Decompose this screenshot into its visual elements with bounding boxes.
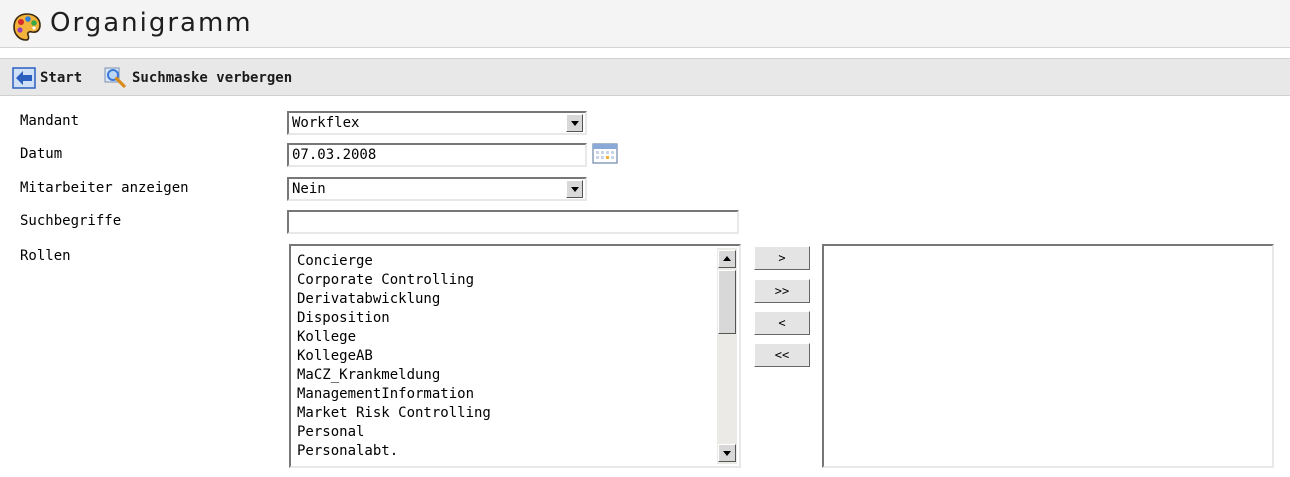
datum-input[interactable]: [287, 143, 587, 167]
start-label: Start: [40, 70, 83, 86]
remove-role-button[interactable]: <: [754, 311, 810, 335]
mandant-select[interactable]: Workflex: [287, 111, 587, 135]
list-item[interactable]: Kollege: [297, 328, 491, 347]
mitarbeiter-select[interactable]: Nein: [287, 177, 587, 201]
page-title: Organigramm: [50, 8, 253, 38]
scroll-down-icon[interactable]: [718, 444, 736, 462]
list-item[interactable]: Personal: [297, 423, 491, 442]
list-item[interactable]: Derivatabwicklung: [297, 290, 491, 309]
remove-all-roles-button[interactable]: <<: [754, 343, 810, 367]
vertical-scrollbar[interactable]: [717, 248, 737, 464]
list-item[interactable]: MaCZ_Krankmeldung: [297, 366, 491, 385]
roles-selected-list[interactable]: [822, 244, 1274, 468]
list-item[interactable]: Corporate Controlling: [297, 271, 491, 290]
roles-available-list[interactable]: Concierge Corporate Controlling Derivatabw…: [289, 244, 741, 468]
list-item[interactable]: Concierge: [297, 252, 491, 271]
palette-icon: [13, 13, 41, 41]
list-item[interactable]: Personalabt.: [297, 442, 491, 461]
scroll-thumb[interactable]: [718, 270, 736, 334]
magnifier-icon: [104, 67, 126, 88]
mandant-value: Workflex: [292, 115, 360, 131]
title-bar: Organigramm: [0, 0, 1290, 48]
hide-search-mask-label: Suchmaske verbergen: [132, 70, 293, 86]
suchbegriffe-input[interactable]: [287, 210, 739, 234]
hide-search-mask-button[interactable]: Suchmaske verbergen: [104, 64, 292, 92]
mitarbeiter-label: Mitarbeiter anzeigen: [20, 180, 189, 196]
add-all-roles-button[interactable]: >>: [754, 279, 810, 303]
list-item[interactable]: ManagementInformation: [297, 385, 491, 404]
list-item[interactable]: KollegeAB: [297, 347, 491, 366]
add-role-button[interactable]: >: [754, 246, 810, 270]
mandant-label: Mandant: [20, 113, 80, 129]
calendar-icon[interactable]: [592, 142, 618, 164]
suchbegriffe-label: Suchbegriffe: [20, 213, 122, 229]
toolbar: Start Suchmaske verbergen: [0, 58, 1290, 96]
rollen-label: Rollen: [20, 248, 71, 264]
scroll-up-icon[interactable]: [718, 250, 736, 268]
chevron-down-icon[interactable]: [566, 180, 583, 198]
list-item[interactable]: Disposition: [297, 309, 491, 328]
chevron-down-icon[interactable]: [566, 114, 583, 132]
start-button[interactable]: Start: [12, 64, 82, 92]
list-item[interactable]: Market Risk Controlling: [297, 404, 491, 423]
roles-available-items: Concierge Corporate Controlling Derivatabw…: [297, 252, 491, 461]
back-arrow-icon: [12, 67, 36, 89]
mitarbeiter-value: Nein: [292, 181, 326, 197]
datum-label: Datum: [20, 146, 63, 162]
